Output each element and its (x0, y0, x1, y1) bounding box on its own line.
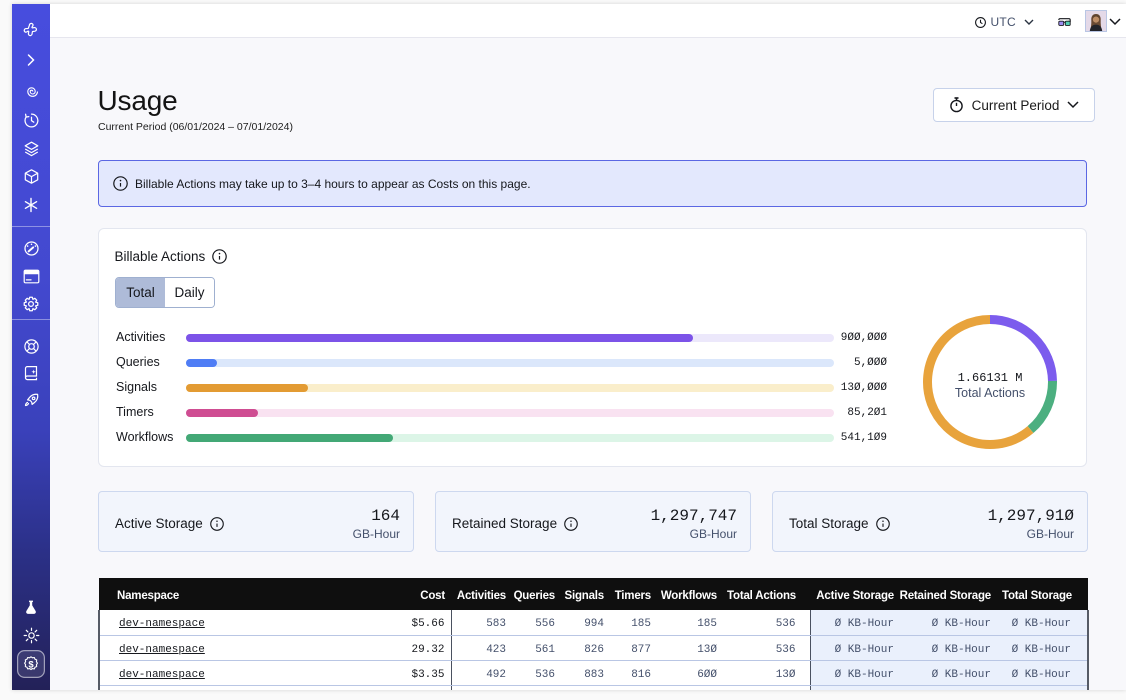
svg-text:$: $ (28, 659, 34, 670)
